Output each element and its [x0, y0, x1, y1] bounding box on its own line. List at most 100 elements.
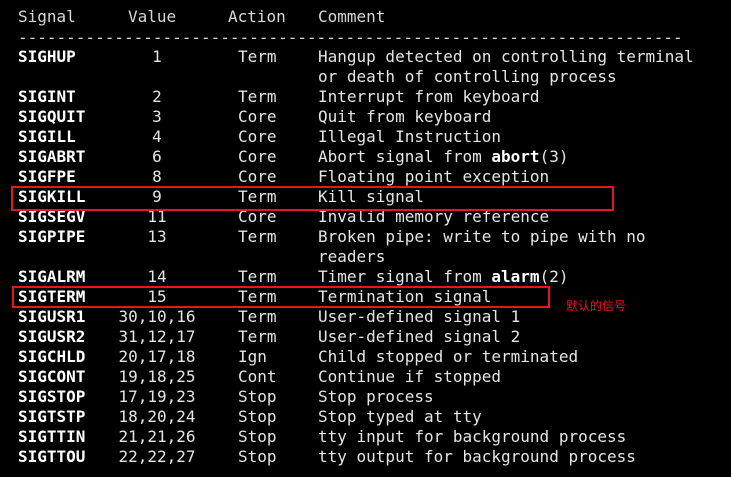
signal-name: SIGFPE	[18, 167, 76, 186]
signal-name: SIGTTOU	[18, 447, 86, 466]
signal-value: 15	[147, 287, 167, 306]
signal-action: Core	[238, 147, 277, 166]
signal-value: 9	[152, 187, 162, 206]
signal-action: Cont	[238, 367, 277, 386]
table-row: SIGPIPE 13 Term Broken pipe: write to pi…	[0, 227, 731, 247]
signal-comment: Illegal Instruction	[318, 127, 502, 146]
signal-comment: Hangup detected on controlling terminal	[318, 47, 694, 66]
comment-text: Timer signal from	[318, 267, 492, 286]
signal-comment: Termination signal	[318, 287, 492, 306]
table-row: SIGKILL 9 Term Kill signal	[0, 187, 731, 207]
table-row: SIGQUIT 3 Core Quit from keyboard	[0, 107, 731, 127]
signal-comment: Quit from keyboard	[318, 107, 492, 126]
signal-value: 14	[147, 267, 167, 286]
signal-action: Term	[238, 267, 277, 286]
signal-action: Ign	[238, 347, 267, 366]
signal-value: 1	[152, 47, 162, 66]
signal-value: 20,17,18	[118, 347, 196, 366]
signal-action: Stop	[238, 447, 277, 466]
signal-name: SIGHUP	[18, 47, 76, 66]
signal-name: SIGSEGV	[18, 207, 86, 226]
signal-comment: tty input for background process	[318, 427, 627, 446]
signal-name: SIGKILL	[18, 187, 86, 206]
signal-value: 19,18,25	[118, 367, 196, 386]
signal-comment: Interrupt from keyboard	[318, 87, 540, 106]
signal-value: 22,22,27	[118, 447, 196, 466]
header-signal: Signal	[18, 7, 76, 26]
signal-name: SIGQUIT	[18, 107, 86, 126]
table-header: Signal Value Action Comment	[0, 7, 731, 27]
signal-comment: Invalid memory reference	[318, 207, 550, 226]
table-row: SIGSEGV 11 Core Invalid memory reference	[0, 207, 731, 227]
signal-value: 13	[147, 227, 167, 246]
signal-comment: User-defined signal 1	[318, 307, 521, 326]
table-row: SIGABRT 6 Core Abort signal from abort(3…	[0, 147, 731, 167]
table-row: SIGFPE 8 Core Floating point exception	[0, 167, 731, 187]
signal-action: Core	[238, 207, 277, 226]
table-row-continuation: readers	[0, 247, 731, 267]
table-row: SIGALRM 14 Term Timer signal from alarm(…	[0, 267, 731, 287]
signal-action: Term	[238, 287, 277, 306]
signal-value: 11	[147, 207, 167, 226]
signal-name: SIGUSR1	[18, 307, 86, 326]
header-value: Value	[128, 7, 177, 26]
signal-comment: Continue if stopped	[318, 367, 502, 386]
signal-value: 31,12,17	[118, 327, 196, 346]
signal-comment: Timer signal from alarm(2)	[318, 267, 568, 287]
signal-value: 4	[152, 127, 162, 146]
signal-comment: Floating point exception	[318, 167, 550, 186]
signal-comment: User-defined signal 2	[318, 327, 521, 346]
table-row: SIGTTIN 21,21,26 Stop tty input for back…	[0, 427, 731, 447]
signal-value: 6	[152, 147, 162, 166]
signal-action: Stop	[238, 407, 277, 426]
signal-name: SIGINT	[18, 87, 76, 106]
signal-value: 18,20,24	[118, 407, 196, 426]
signal-value: 8	[152, 167, 162, 186]
signal-comment: Broken pipe: write to pipe with no	[318, 227, 646, 246]
signal-value: 2	[152, 87, 162, 106]
signal-name: SIGPIPE	[18, 227, 86, 246]
default-signal-annotation: 默认的信号	[566, 299, 627, 313]
signal-action: Term	[238, 227, 277, 246]
header-comment: Comment	[318, 7, 386, 26]
function-name: abort	[491, 147, 540, 166]
table-row: SIGTTOU 22,22,27 Stop tty output for bac…	[0, 447, 731, 467]
signal-name: SIGILL	[18, 127, 76, 146]
signal-action: Term	[238, 187, 277, 206]
signal-action: Term	[238, 307, 277, 326]
signal-comment: Kill signal	[318, 187, 424, 206]
signal-action: Term	[238, 327, 277, 346]
signal-comment: Abort signal from abort(3)	[318, 147, 568, 167]
signal-name: SIGABRT	[18, 147, 86, 166]
function-name: alarm	[491, 267, 540, 286]
signal-name: SIGALRM	[18, 267, 86, 286]
table-row: SIGILL 4 Core Illegal Instruction	[0, 127, 731, 147]
signal-action: Term	[238, 47, 277, 66]
table-row: SIGHUP 1 Term Hangup detected on control…	[0, 47, 731, 67]
signal-name: SIGTTIN	[18, 427, 86, 446]
table-row: SIGTSTP 18,20,24 Stop Stop typed at tty	[0, 407, 731, 427]
table-row: SIGCONT 19,18,25 Cont Continue if stoppe…	[0, 367, 731, 387]
table-row-continuation: or death of controlling process	[0, 67, 731, 87]
table-row: SIGSTOP 17,19,23 Stop Stop process	[0, 387, 731, 407]
signal-comment: tty output for background process	[318, 447, 636, 466]
signal-comment: Child stopped or terminated	[318, 347, 579, 366]
signal-comment-continued: readers	[318, 247, 386, 266]
signal-comment: Stop typed at tty	[318, 407, 482, 426]
signal-action: Core	[238, 127, 277, 146]
table-row: SIGCHLD 20,17,18 Ign Child stopped or te…	[0, 347, 731, 367]
signal-action: Stop	[238, 427, 277, 446]
signal-comment: Stop process	[318, 387, 434, 406]
signal-value: 21,21,26	[118, 427, 196, 446]
table-row: SIGINT 2 Term Interrupt from keyboard	[0, 87, 731, 107]
signal-name: SIGCHLD	[18, 347, 86, 366]
manual-section: (3)	[539, 147, 569, 166]
signal-comment-continued: or death of controlling process	[318, 67, 617, 86]
signal-name: SIGSTOP	[18, 387, 86, 406]
header-action: Action	[228, 7, 286, 26]
signal-name: SIGTSTP	[18, 407, 86, 426]
signal-action: Term	[238, 87, 277, 106]
signal-value: 30,10,16	[118, 307, 196, 326]
header-separator: ----------------------------------------…	[18, 28, 683, 47]
table-row: SIGUSR2 31,12,17 Term User-defined signa…	[0, 327, 731, 347]
